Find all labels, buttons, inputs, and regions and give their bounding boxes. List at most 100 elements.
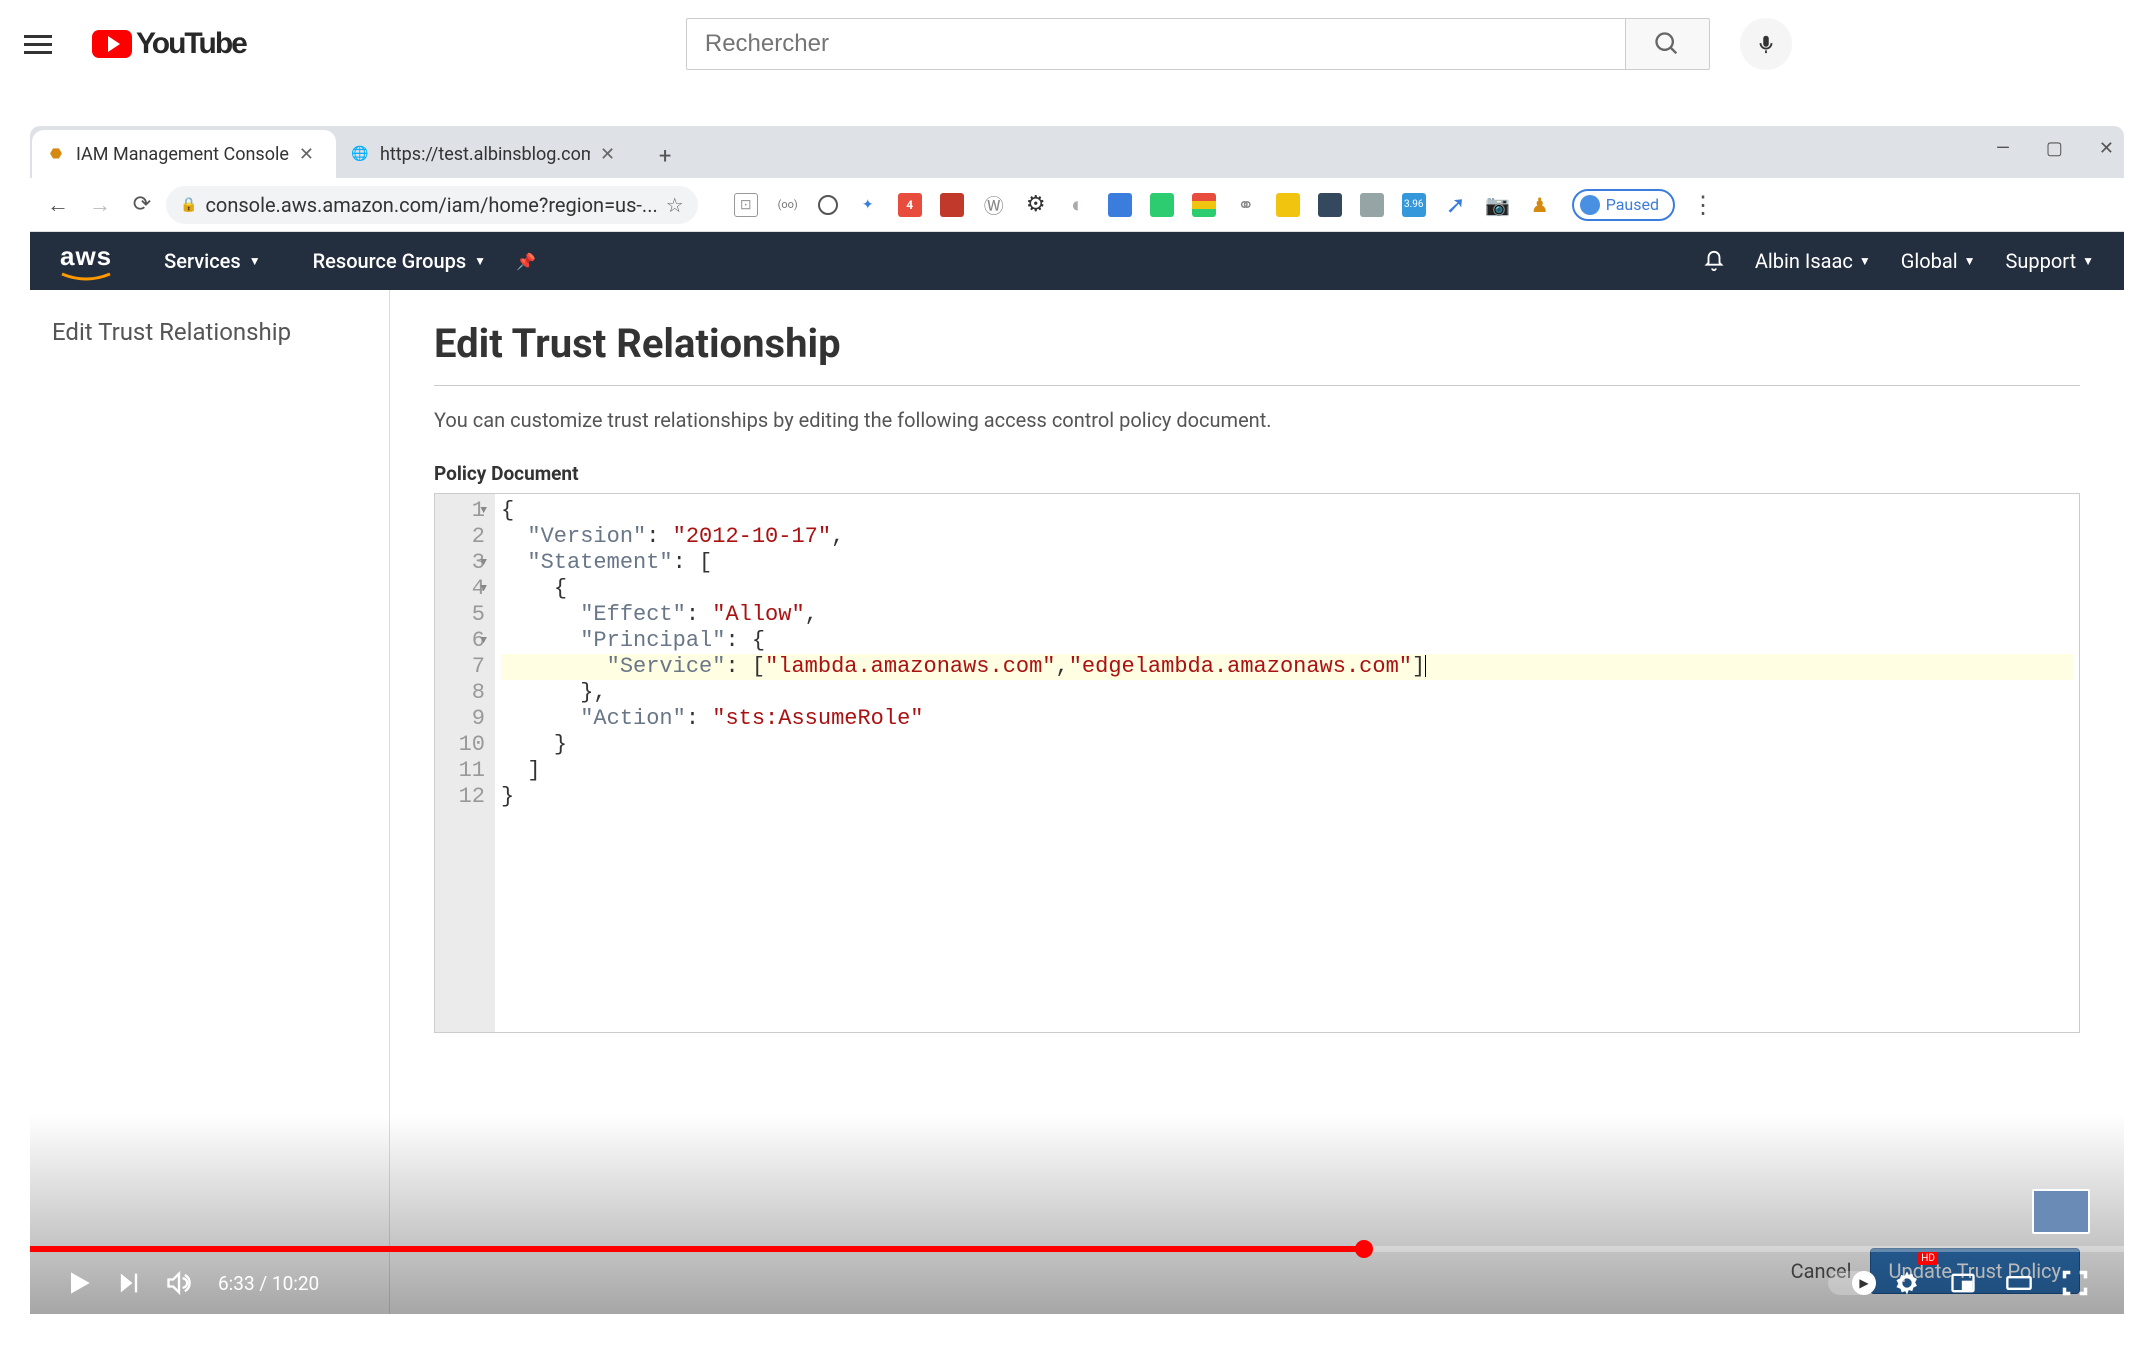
- policy-document-label: Policy Document: [434, 462, 2080, 485]
- voice-search-button[interactable]: [1740, 18, 1792, 70]
- aws-header: aws Services ▼ Resource Groups ▼ 📌 Albin…: [30, 232, 2124, 290]
- fullscreen-icon: [2061, 1269, 2089, 1297]
- bookmark-star-icon[interactable]: ☆: [666, 193, 684, 217]
- sidebar-title: Edit Trust Relationship: [52, 318, 367, 346]
- minimize-icon[interactable]: —: [1996, 138, 2010, 159]
- extension-icon[interactable]: ⚙: [1024, 193, 1048, 217]
- caret-down-icon: ▼: [2082, 254, 2094, 268]
- paused-label: Paused: [1606, 195, 1659, 214]
- extension-icon[interactable]: 📷: [1486, 193, 1510, 217]
- hd-badge: HD: [1918, 1252, 1938, 1265]
- chrome-tab-inactive[interactable]: 🌐 https://test.albinsblog.com/us/en... ✕: [336, 130, 637, 178]
- code-body[interactable]: { "Version": "2012-10-17", "Statement": …: [495, 494, 2079, 1032]
- play-icon: [108, 36, 120, 52]
- extension-icon[interactable]: [818, 195, 838, 215]
- extension-icon[interactable]: Ⓦ: [982, 193, 1006, 217]
- resource-groups-menu[interactable]: Resource Groups ▼: [313, 249, 486, 273]
- extension-icon[interactable]: [1276, 193, 1300, 217]
- aws-main: Edit Trust Relationship You can customiz…: [390, 290, 2124, 1314]
- video-player[interactable]: ⬣ IAM Management Console ✕ 🌐 https://tes…: [30, 126, 2124, 1314]
- theater-icon: [2003, 1269, 2035, 1297]
- support-menu[interactable]: Support ▼: [2006, 249, 2094, 273]
- back-button[interactable]: ←: [40, 187, 76, 223]
- aws-sidebar: Edit Trust Relationship: [30, 290, 390, 1314]
- code-gutter: 1▼ 2 3▼ 4▼ 5 6▼ 7 8 9 10 11 12: [435, 494, 495, 1032]
- search-input[interactable]: [686, 18, 1626, 70]
- chrome-tabs-bar: ⬣ IAM Management Console ✕ 🌐 https://tes…: [30, 126, 2124, 178]
- caret-down-icon: ▼: [249, 254, 261, 268]
- play-icon: [63, 1267, 95, 1299]
- gear-icon: [1893, 1269, 1921, 1297]
- forward-button[interactable]: →: [82, 187, 118, 223]
- chrome-toolbar: ← → ⟳ 🔒 console.aws.amazon.com/iam/home?…: [30, 178, 2124, 232]
- tab-title: https://test.albinsblog.com/us/en...: [380, 144, 590, 165]
- profile-paused-button[interactable]: Paused: [1572, 189, 1675, 221]
- time-display: 6:33 / 10:20: [218, 1272, 319, 1295]
- extension-icon[interactable]: 4: [898, 193, 922, 217]
- lock-icon: 🔒: [180, 197, 197, 213]
- player-controls: 6:33 / 10:20 ▶ HD: [30, 1252, 2124, 1314]
- aws-logo[interactable]: aws: [60, 241, 112, 282]
- extension-icon[interactable]: [1318, 193, 1342, 217]
- page-description: You can customize trust relationships by…: [434, 408, 2080, 432]
- miniplayer-icon: [1949, 1269, 1977, 1297]
- search-button[interactable]: [1626, 18, 1710, 70]
- extension-icons: ⊡ (oo) ✦ 4 Ⓦ ⚙ ◐ ⚭ 3.96 ➚ 📷 ♟: [734, 193, 1552, 217]
- close-tab-icon[interactable]: ✕: [600, 144, 615, 165]
- chrome-tab-active[interactable]: ⬣ IAM Management Console ✕: [32, 130, 336, 178]
- microphone-icon: [1755, 33, 1777, 55]
- extension-icon[interactable]: ➚: [1444, 193, 1468, 217]
- fullscreen-button[interactable]: [2050, 1258, 2100, 1308]
- miniplayer-button[interactable]: [1938, 1258, 1988, 1308]
- reload-button[interactable]: ⟳: [124, 187, 160, 223]
- extension-icon[interactable]: 3.96: [1402, 193, 1426, 217]
- settings-button[interactable]: HD: [1882, 1258, 1932, 1308]
- region-menu[interactable]: Global ▼: [1901, 249, 1976, 273]
- volume-button[interactable]: [154, 1258, 204, 1308]
- search-container: [686, 18, 1792, 70]
- extension-icon[interactable]: ♟: [1528, 193, 1552, 217]
- new-tab-button[interactable]: +: [647, 138, 683, 174]
- policy-code-editor[interactable]: 1▼ 2 3▼ 4▼ 5 6▼ 7 8 9 10 11 12 {: [434, 493, 2080, 1033]
- globe-favicon-icon: 🌐: [350, 144, 370, 164]
- extension-icon[interactable]: ◐: [1066, 193, 1090, 217]
- notifications-button[interactable]: [1703, 250, 1725, 272]
- window-controls: — ▢ ✕: [1996, 126, 2114, 170]
- aws-smile-icon: [60, 272, 112, 282]
- caret-down-icon: ▼: [1964, 254, 1976, 268]
- url-bar[interactable]: 🔒 console.aws.amazon.com/iam/home?region…: [166, 186, 698, 224]
- tab-title: IAM Management Console: [76, 144, 289, 165]
- hamburger-menu-icon[interactable]: [24, 26, 60, 62]
- caret-down-icon: ▼: [1859, 254, 1871, 268]
- aws-favicon-icon: ⬣: [46, 144, 66, 164]
- extension-icon[interactable]: (oo): [776, 193, 800, 217]
- close-tab-icon[interactable]: ✕: [299, 144, 314, 165]
- search-icon: [1653, 30, 1681, 58]
- next-button[interactable]: [104, 1258, 154, 1308]
- youtube-wordmark: YouTube: [136, 27, 246, 61]
- youtube-logo[interactable]: YouTube: [92, 27, 246, 61]
- account-menu[interactable]: Albin Isaac ▼: [1755, 249, 1871, 273]
- pin-icon[interactable]: 📌: [516, 252, 536, 271]
- services-menu[interactable]: Services ▼: [164, 249, 260, 273]
- extension-icon[interactable]: [1108, 193, 1132, 217]
- maximize-icon[interactable]: ▢: [2046, 138, 2063, 159]
- watermark-thumbnail[interactable]: [2032, 1189, 2090, 1234]
- extension-icon[interactable]: ⊡: [734, 193, 758, 217]
- extension-icon[interactable]: ✦: [856, 193, 880, 217]
- url-text: console.aws.amazon.com/iam/home?region=u…: [205, 193, 657, 217]
- avatar-icon: [1580, 195, 1600, 215]
- chrome-window: ⬣ IAM Management Console ✕ 🌐 https://tes…: [30, 126, 2124, 1314]
- extension-icon[interactable]: [1150, 193, 1174, 217]
- chrome-menu-button[interactable]: ⋮: [1691, 191, 1715, 219]
- extension-icon[interactable]: [1192, 193, 1216, 217]
- autoplay-knob-icon: ▶: [1852, 1271, 1876, 1295]
- autoplay-toggle[interactable]: ▶: [1828, 1271, 1876, 1295]
- close-window-icon[interactable]: ✕: [2099, 138, 2114, 159]
- extension-icon[interactable]: [940, 193, 964, 217]
- aws-content: Edit Trust Relationship Edit Trust Relat…: [30, 290, 2124, 1314]
- extension-icon[interactable]: [1360, 193, 1384, 217]
- play-button[interactable]: [54, 1258, 104, 1308]
- extension-icon[interactable]: ⚭: [1234, 193, 1258, 217]
- theater-button[interactable]: [1994, 1258, 2044, 1308]
